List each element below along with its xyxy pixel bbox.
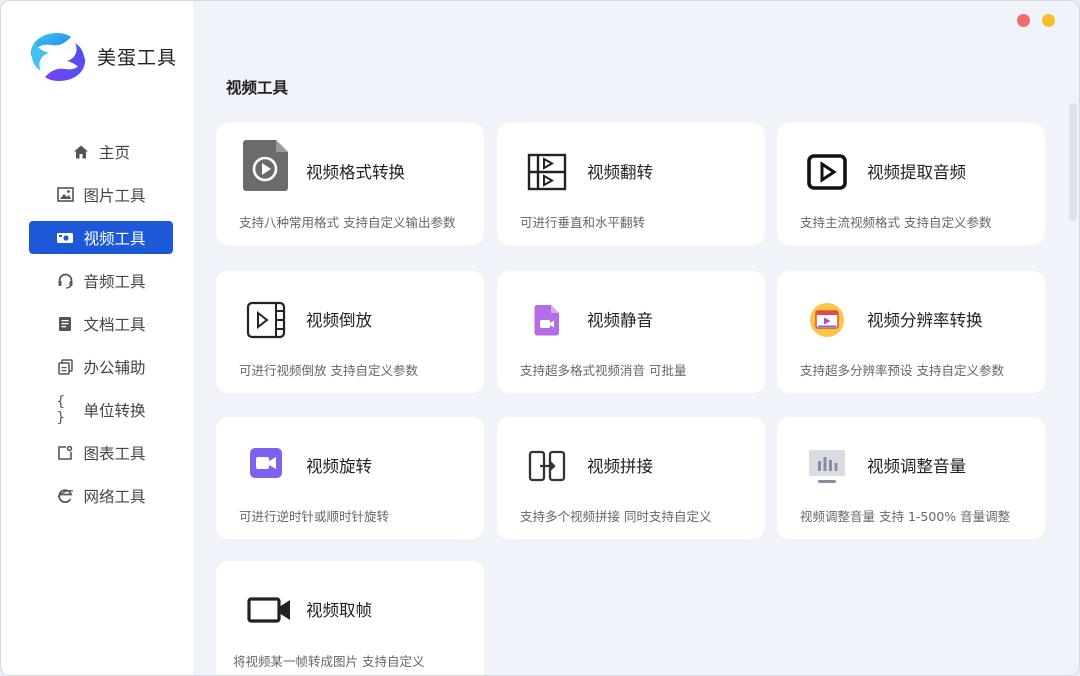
card-video-format-convert[interactable]: 视频格式转换 支持八种常用格式 支持自定义输出参数	[216, 123, 484, 245]
sidebar-item-label: 单位转换	[83, 401, 146, 420]
card-description: 支持八种常用格式 支持自定义输出参数	[239, 215, 456, 230]
card-video-rotate[interactable]: 视频旋转 可进行逆时针或顺时针旋转	[216, 417, 484, 539]
document-icon	[56, 315, 74, 333]
home-icon	[72, 143, 90, 161]
video-icon	[56, 229, 74, 247]
volume-bars-icon	[803, 442, 851, 490]
sidebar-item-document-tools[interactable]: 文档工具	[29, 307, 173, 340]
video-file-icon	[242, 140, 290, 191]
sidebar-item-image-tools[interactable]: 图片工具	[29, 178, 173, 211]
card-description: 视频调整音量 支持 1-500% 音量调整	[800, 509, 1011, 524]
sidebar-item-label: 办公辅助	[83, 358, 146, 377]
card-title: 视频提取音频	[867, 163, 966, 182]
card-description: 将视频某一帧转成图片 支持自定义	[233, 654, 425, 669]
sidebar-item-label: 图表工具	[83, 444, 146, 463]
sidebar-item-label: 音频工具	[83, 272, 146, 291]
browser-icon	[56, 487, 74, 505]
card-title: 视频分辨率转换	[867, 311, 983, 330]
sidebar-item-chart-tools[interactable]: 图表工具	[29, 436, 173, 469]
card-video-mute[interactable]: 视频静音 支持超多格式视频消音 可批量	[497, 271, 765, 393]
camera-icon	[246, 586, 294, 634]
app-logo-icon	[30, 33, 86, 81]
card-video-flip[interactable]: 视频翻转 可进行垂直和水平翻转	[497, 123, 765, 245]
sidebar-item-label: 图片工具	[83, 186, 146, 205]
copy-icon	[56, 358, 74, 376]
card-video-splice[interactable]: 视频拼接 支持多个视频拼接 同时支持自定义	[497, 417, 765, 539]
sidebar-item-label: 文档工具	[83, 315, 146, 334]
mute-file-icon	[523, 296, 571, 344]
sidebar-item-home[interactable]: 主页	[29, 135, 173, 168]
resolution-icon	[803, 296, 851, 344]
card-title: 视频倒放	[306, 311, 372, 330]
card-video-frame-capture[interactable]: 视频取帧 将视频某一帧转成图片 支持自定义	[216, 561, 484, 675]
card-description: 可进行视频倒放 支持自定义参数	[239, 363, 418, 378]
chart-icon	[56, 444, 74, 462]
sidebar-item-audio-tools[interactable]: 音频工具	[29, 264, 173, 297]
braces-icon: { }	[56, 393, 65, 426]
play-box-icon	[803, 148, 851, 196]
window-minimize-button[interactable]	[1042, 14, 1055, 27]
headset-icon	[56, 272, 74, 290]
app-window: 美蛋工具 主页 图片工具 视频工具 音频工具 文档工具 办公辅助 {} 单位转…	[0, 0, 1080, 676]
card-description: 支持多个视频拼接 同时支持自定义	[520, 509, 712, 524]
sidebar-item-office-assist[interactable]: 办公辅助	[29, 350, 173, 383]
section-title: 视频工具	[226, 79, 289, 97]
card-title: 视频格式转换	[306, 163, 405, 182]
card-description: 支持超多分辨率预设 支持自定义参数	[800, 363, 1004, 378]
sidebar-item-label: 主页	[98, 143, 130, 162]
reverse-play-icon	[242, 296, 290, 344]
card-title: 视频旋转	[306, 457, 372, 476]
card-description: 可进行垂直和水平翻转	[520, 215, 646, 230]
sidebar: 美蛋工具 主页 图片工具 视频工具 音频工具 文档工具 办公辅助 {} 单位转…	[1, 1, 193, 675]
main-content: 视频工具 视频格式转换 支持八种常用格式 支持自定义输出参数 视频翻转 可进行垂…	[193, 1, 1079, 675]
card-description: 支持主流视频格式 支持自定义参数	[800, 215, 992, 230]
card-video-resolution-convert[interactable]: 视频分辨率转换 支持超多分辨率预设 支持自定义参数	[777, 271, 1045, 393]
card-title: 视频静音	[587, 311, 653, 330]
card-video-extract-audio[interactable]: 视频提取音频 支持主流视频格式 支持自定义参数	[777, 123, 1045, 245]
scrollbar[interactable]	[1069, 103, 1077, 221]
card-video-reverse[interactable]: 视频倒放 可进行视频倒放 支持自定义参数	[216, 271, 484, 393]
sidebar-item-network-tools[interactable]: 网络工具	[29, 479, 173, 512]
sidebar-item-unit-convert[interactable]: { } 单位转换	[29, 393, 173, 426]
splice-icon	[523, 442, 571, 490]
card-description: 支持超多格式视频消音 可批量	[520, 363, 687, 378]
image-icon	[56, 186, 74, 204]
rotate-camera-icon	[242, 439, 290, 487]
card-title: 视频取帧	[306, 601, 372, 620]
card-description: 可进行逆时针或顺时针旋转	[239, 509, 390, 524]
card-video-volume-adjust[interactable]: 视频调整音量 视频调整音量 支持 1-500% 音量调整	[777, 417, 1045, 539]
app-name: 美蛋工具	[97, 47, 178, 69]
card-title: 视频拼接	[587, 457, 653, 476]
flip-icon	[523, 148, 571, 196]
sidebar-item-label: 视频工具	[83, 229, 146, 248]
sidebar-item-label: 网络工具	[83, 487, 146, 506]
card-title: 视频调整音量	[867, 457, 966, 476]
card-title: 视频翻转	[587, 163, 653, 182]
sidebar-item-video-tools[interactable]: 视频工具	[29, 221, 173, 254]
window-close-button[interactable]	[1017, 14, 1030, 27]
sidebar-nav: 主页 图片工具 视频工具 音频工具 文档工具 办公辅助 {} 单位转换 图表工…	[29, 135, 173, 522]
